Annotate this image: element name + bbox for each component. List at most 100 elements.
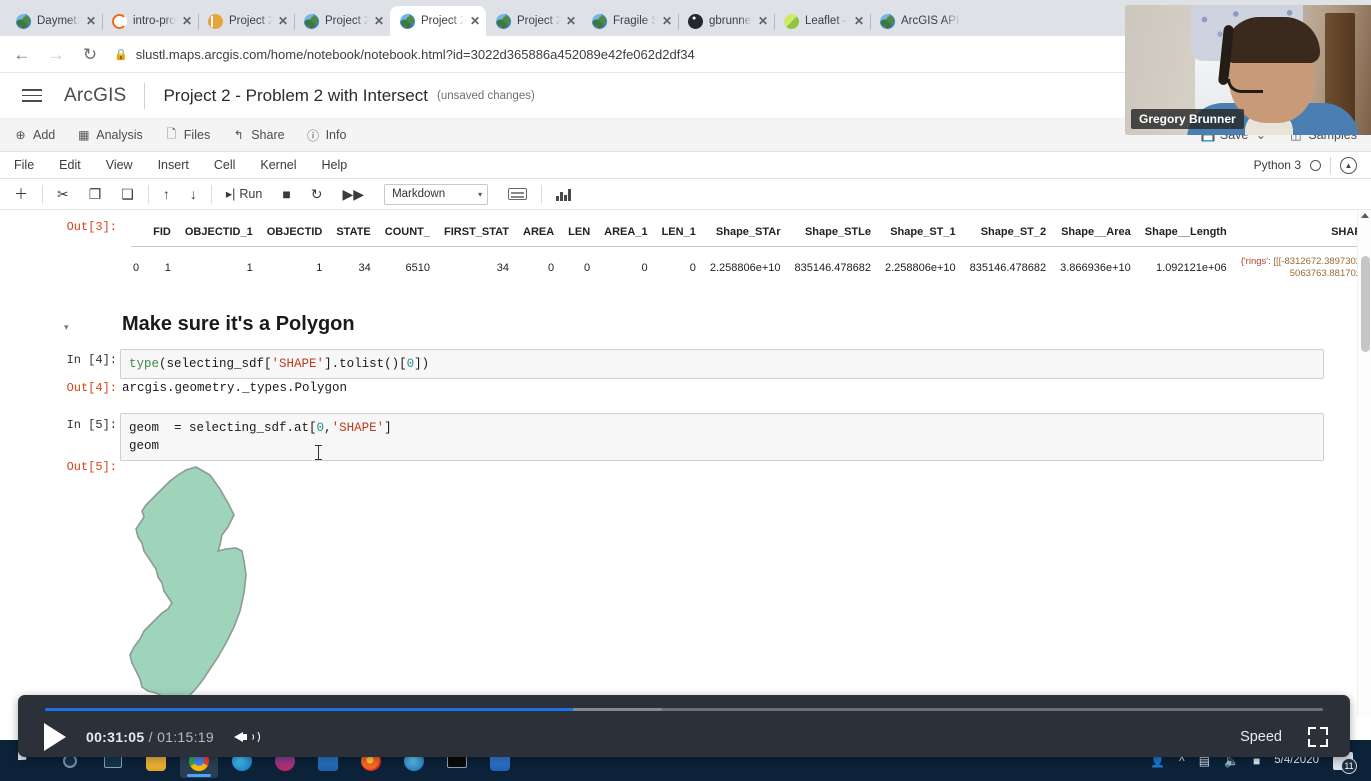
tab-title: ArcGIS API [901,15,960,27]
restart-kernel-button[interactable]: ↻ [311,187,323,201]
out-prompt-4: Out[4]: [66,381,117,395]
run-cell-button[interactable]: ▸| Run [226,188,262,201]
jupyter-toolbar: ＋ ✂ ❐ ❑ ↑ ↓ ▸| Run ■ ↻ ▶▶ Markdown ▾ [0,179,1371,210]
globe-icon [400,13,415,29]
code-token-plain: ] [384,421,392,435]
share-icon: ↰ [233,128,244,142]
browser-tab[interactable]: Project 2 - P ✕ [294,6,390,36]
play-button[interactable] [44,723,66,751]
paste-cell-button[interactable]: ❑ [121,187,134,201]
globe-icon [880,13,895,29]
toolbar-share-label: Share [251,128,285,142]
scroll-up-arrow-icon[interactable] [1361,213,1369,218]
forward-button[interactable]: → [46,46,66,63]
kernel-name-label: Python 3 [1253,158,1301,172]
polygon-svg [129,466,247,706]
collapse-header-icon[interactable]: ▲ [1340,156,1357,174]
menu-icon[interactable] [22,85,42,106]
insert-cell-button[interactable]: ＋ [14,187,28,201]
tab-close-icon[interactable]: ✕ [374,14,384,28]
toolbar-files-label: Files [183,128,211,142]
restart-and-run-all-button[interactable]: ▶▶ [343,187,365,201]
markdown-collapse-caret[interactable]: ▾ [64,322,69,333]
browser-tab[interactable]: Project 2 - P ✕ [198,6,295,36]
td-len-1: 0 [689,261,696,274]
markdown-heading[interactable]: Make sure it's a Polygon [122,313,355,336]
scrollbar-thumb[interactable] [1360,256,1370,352]
toolbar-analysis-label: Analysis [96,128,143,142]
td-count: 6510 [405,261,431,274]
menu-view[interactable]: View [106,158,150,172]
shape-key: {'rings' [1240,256,1269,267]
move-cell-down-button[interactable]: ↓ [190,187,197,201]
browser-tab[interactable]: Leaflet - a Ja ✕ [774,6,871,36]
browser-tab[interactable]: Fragile State ✕ [582,6,679,36]
toolbar-files[interactable]: 🗋 Files [165,125,210,146]
th-len: LEN [561,222,598,247]
browser-tab[interactable]: gbrunner/ac ✕ [678,6,775,36]
tab-title: Project 2 - P [229,15,272,27]
notebook-canvas: Out[3]: FID OBJECTID_1 OBJECTID STATE CO… [0,210,1371,717]
th-shape-length: Shape__Length [1137,222,1234,247]
keyboard-icon[interactable] [508,188,528,200]
polygon-path [129,466,247,706]
toolbar-add[interactable]: ⊕ Add [14,128,55,142]
notebook-scrollbar[interactable] [1357,210,1371,717]
menu-insert[interactable]: Insert [158,158,206,172]
menu-kernel[interactable]: Kernel [260,158,313,172]
time-display: 00:31:05 / 01:15:19 [86,729,214,745]
menu-help[interactable]: Help [322,158,365,172]
notebook-title[interactable]: Project 2 - Problem 2 with Intersect [163,86,428,106]
code-cell-5[interactable]: geom = selecting_sdf.at[0,'SHAPE'] geom [120,413,1324,462]
browser-tab-active[interactable]: Project 2 - P ✕ [390,6,486,36]
tab-close-icon[interactable]: ✕ [758,14,768,28]
toolbar-share[interactable]: ↰ Share [232,128,285,142]
tab-close-icon[interactable]: ✕ [566,14,576,28]
reload-button[interactable]: ↻ [80,46,100,63]
menu-cell[interactable]: Cell [214,158,253,172]
cut-cell-button[interactable]: ✂ [57,187,69,201]
volume-button[interactable] [233,727,260,747]
th-area-1: AREA_1 [597,222,655,247]
th-shape-area: Shape__Area [1053,222,1138,247]
screen: Daymet: Mo ✕ intro-prog-f ✕ Project 2 - … [0,0,1371,781]
tab-close-icon[interactable]: ✕ [182,14,192,28]
plus-circle-icon: ⊕ [15,128,26,142]
seek-bar[interactable] [45,708,1323,711]
code-token-plain: , [324,421,332,435]
webcam-overlay[interactable]: Gregory Brunner [1125,5,1371,135]
globe-icon [304,13,319,29]
browser-tab[interactable]: Project 2 - P ✕ [486,6,582,36]
back-button[interactable]: ← [12,46,32,63]
toolbar-analysis[interactable]: ▦ Analysis [77,128,143,142]
bar-chart-icon[interactable] [556,188,571,201]
run-icon: ▸| [225,186,236,201]
arcgis-brand[interactable]: ArcGIS [64,85,126,107]
tab-close-icon[interactable]: ✕ [662,14,672,28]
interrupt-kernel-button[interactable]: ■ [282,187,290,201]
tab-close-icon[interactable]: ✕ [278,14,288,28]
toolbar-info[interactable]: ⓘ Info [307,127,346,144]
chevron-down-icon: ▾ [478,189,483,199]
code-token-plain: ]) [414,357,430,371]
lock-icon: 🔒 [114,48,128,61]
code-token-plain: (selecting_sdf[ [159,357,272,371]
tab-close-icon[interactable]: ✕ [854,14,864,28]
browser-tab[interactable]: intro-prog-f ✕ [102,6,199,36]
fullscreen-button[interactable] [1308,727,1328,747]
cell-type-select[interactable]: Markdown ▾ [384,183,489,205]
tab-close-icon[interactable]: ✕ [470,14,480,28]
output-text-4: arcgis.geometry._types.Polygon [122,381,348,395]
menu-edit[interactable]: Edit [59,158,98,172]
notification-count: 11 [1341,757,1357,774]
th-shape-st-1: Shape_ST_1 [877,222,963,247]
browser-tab[interactable]: Daymet: Mo ✕ [6,6,103,36]
menu-file[interactable]: File [14,158,51,172]
copy-cell-button[interactable]: ❐ [89,187,102,201]
move-cell-up-button[interactable]: ↑ [163,187,170,201]
code-cell-4[interactable]: type(selecting_sdf['SHAPE'].tolist()[0]) [120,349,1324,380]
speed-button[interactable]: Speed [1240,729,1282,745]
tab-close-icon[interactable]: ✕ [86,14,96,28]
toolbar-add-label: Add [33,128,56,142]
browser-tab[interactable]: ArcGIS API [870,6,966,36]
